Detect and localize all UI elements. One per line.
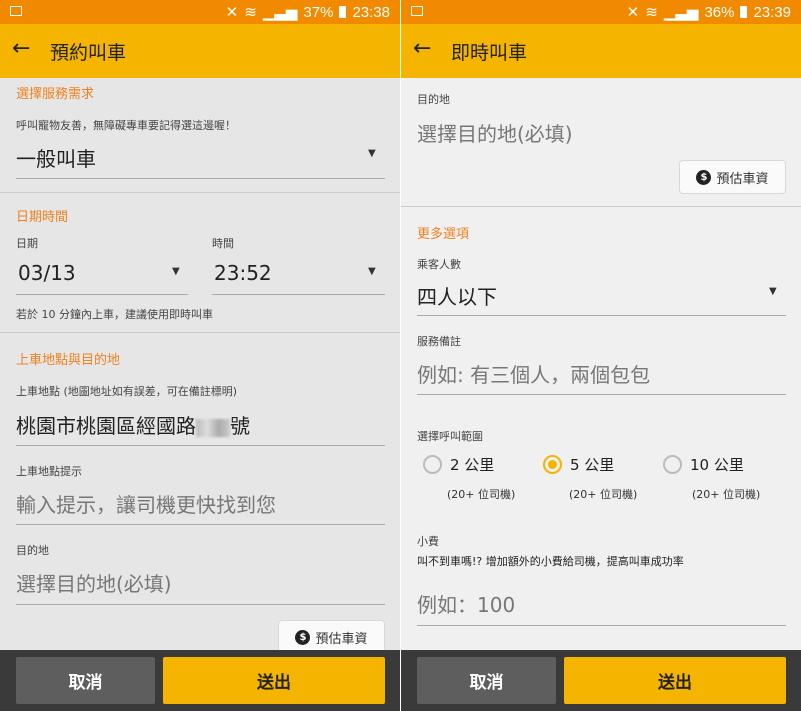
driver-count: (20+ 位司機) — [447, 488, 516, 501]
time-value: 23:52 — [214, 261, 272, 285]
back-arrow-icon[interactable]: ← — [12, 36, 30, 61]
pickup-value-suffix: 號 — [230, 414, 250, 438]
note-label: 服務備註 — [417, 335, 461, 348]
scheduled-ride-screen: ✕ ≋ ▁▃▅ 37% 23:38 ← 預約叫車 選擇服務需求 呼叫寵物友善，無障礙專車… — [0, 0, 400, 711]
dropdown-caret-icon: ▼ — [172, 266, 180, 277]
signal-icon: ▁▃▅ — [663, 4, 699, 21]
app-bar: ← 即時叫車 — [401, 24, 801, 78]
range-label-text: 10 公里 — [690, 456, 744, 474]
section-title-service: 選擇服務需求 — [16, 87, 95, 102]
mute-icon: ✕ — [225, 4, 239, 21]
wifi-icon: ≋ — [244, 4, 257, 21]
battery-percent: 36% — [704, 3, 735, 21]
cancel-button[interactable]: 取消 — [16, 657, 155, 704]
battery-icon — [740, 6, 748, 18]
date-select[interactable]: 03/13 — [18, 261, 188, 285]
note-input[interactable]: 例如: 有三個人，兩個包包 — [417, 359, 650, 388]
range-radio-2km[interactable]: 2 公里 — [423, 454, 494, 475]
bottom-action-bar: 取消 送出 — [401, 650, 801, 711]
dropdown-caret-icon: ▼ — [368, 148, 376, 159]
redacted-address — [196, 418, 230, 437]
pickup-label: 上車地點 (地圖地址如有誤差，可在備註標明) — [16, 385, 238, 398]
passengers-value: 四人以下 — [417, 285, 497, 309]
submit-button[interactable]: 送出 — [564, 657, 786, 704]
estimate-fare-button[interactable]: $ 預估車資 — [278, 620, 385, 654]
cancel-button[interactable]: 取消 — [417, 657, 556, 704]
radio-icon — [663, 455, 682, 474]
destination-input[interactable]: 選擇目的地(必填) — [417, 118, 573, 147]
status-bar: ✕ ≋ ▁▃▅ 37% 23:38 — [0, 0, 400, 24]
tip-input[interactable]: 例如：100 — [417, 589, 515, 618]
bottom-action-bar: 取消 送出 — [0, 650, 400, 711]
mute-icon: ✕ — [626, 4, 640, 21]
section-title-more-options: 更多選項 — [417, 227, 470, 242]
radio-icon — [423, 455, 442, 474]
range-radio-5km[interactable]: 5 公里 — [543, 454, 614, 475]
passengers-select[interactable]: 四人以下 — [417, 281, 786, 310]
time-label: 時間 — [212, 237, 234, 250]
estimate-fare-label: 預估車資 — [716, 171, 769, 187]
clock: 23:38 — [352, 3, 390, 21]
range-label-text: 2 公里 — [450, 456, 495, 474]
time-select[interactable]: 23:52 — [214, 261, 384, 285]
datetime-hint: 若於 10 分鐘內上車，建議使用即時叫車 — [16, 308, 213, 321]
driver-count: (20+ 位司機) — [569, 488, 638, 501]
battery-icon — [339, 6, 347, 18]
tip-hint: 叫不到車嗎!? 增加額外的小費給司機，提高叫車成功率 — [417, 555, 684, 568]
destination-label: 目的地 — [16, 544, 49, 557]
section-title-datetime: 日期時間 — [16, 210, 69, 225]
dropdown-caret-icon: ▼ — [769, 286, 777, 297]
instant-ride-screen: ✕ ≋ ▁▃▅ 36% 23:39 ← 即時叫車 目的地 選擇目的地(必填) $ 預估車資… — [401, 0, 801, 711]
back-arrow-icon[interactable]: ← — [413, 36, 431, 61]
date-label: 日期 — [16, 237, 38, 250]
pickup-hint-label: 上車地點提示 — [16, 465, 82, 478]
range-radio-10km[interactable]: 10 公里 — [663, 454, 744, 475]
range-label-text: 5 公里 — [570, 456, 615, 474]
service-hint: 呼叫寵物友善，無障礙專車要記得選這邊喔！ — [16, 119, 236, 132]
estimate-fare-label: 預估車資 — [315, 631, 368, 647]
signal-icon: ▁▃▅ — [262, 4, 298, 21]
driver-count: (20+ 位司機) — [692, 488, 761, 501]
battery-percent: 37% — [303, 3, 334, 21]
range-label: 選擇呼叫範圍 — [417, 430, 483, 443]
destination-label: 目的地 — [417, 93, 450, 106]
estimate-fare-button[interactable]: $ 預估車資 — [679, 160, 786, 194]
pickup-hint-input[interactable]: 輸入提示，讓司機更快找到您 — [16, 489, 276, 518]
destination-input[interactable]: 選擇目的地(必填) — [16, 568, 172, 597]
wifi-icon: ≋ — [645, 4, 658, 21]
tip-label: 小費 — [417, 535, 439, 548]
radio-selected-icon — [543, 455, 562, 474]
image-notification-icon — [10, 6, 22, 16]
submit-button[interactable]: 送出 — [163, 657, 385, 704]
service-type-select[interactable]: 一般叫車 — [16, 143, 385, 179]
dollar-icon: $ — [696, 169, 712, 185]
dollar-icon: $ — [295, 629, 311, 645]
dropdown-caret-icon: ▼ — [368, 266, 376, 277]
clock: 23:39 — [753, 3, 791, 21]
page-title: 即時叫車 — [451, 42, 528, 64]
service-type-value: 一般叫車 — [16, 147, 96, 171]
status-bar: ✕ ≋ ▁▃▅ 36% 23:39 — [401, 0, 801, 24]
pickup-input[interactable]: 桃園市桃園區經國路 號 — [16, 410, 250, 439]
date-value: 03/13 — [18, 261, 76, 285]
image-notification-icon — [411, 6, 423, 16]
pickup-value: 桃園市桃園區經國路 — [16, 414, 196, 438]
section-title-location: 上車地點與目的地 — [16, 353, 121, 368]
page-title: 預約叫車 — [50, 42, 127, 64]
app-bar: ← 預約叫車 — [0, 24, 400, 78]
passengers-label: 乘客人數 — [417, 258, 461, 271]
